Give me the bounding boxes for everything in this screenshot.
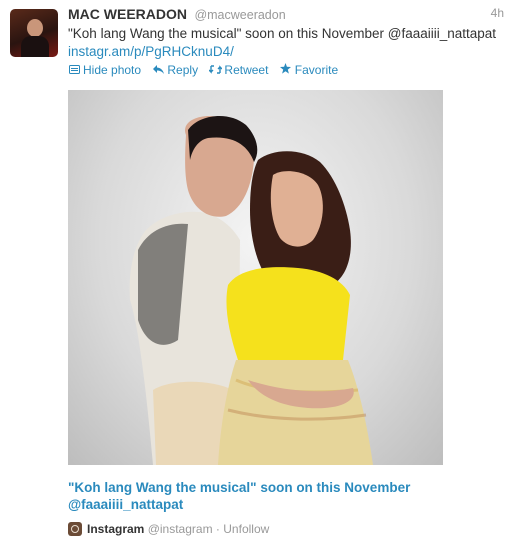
favorite-label: Favorite <box>294 63 339 77</box>
tweet-header: MAC WEERADON @macweeradon 4h <box>68 6 504 24</box>
avatar-face <box>27 19 43 37</box>
tweet-photo[interactable] <box>68 90 443 465</box>
photo-icon <box>68 65 80 77</box>
retweet-button[interactable]: Retweet <box>208 63 269 77</box>
reply-button[interactable]: Reply <box>152 63 198 77</box>
author-username[interactable]: @macweeradon <box>194 8 285 22</box>
instagram-handle[interactable]: @instagram <box>148 522 213 536</box>
attribution-separator: · <box>215 522 220 536</box>
reply-icon <box>152 65 164 77</box>
retweet-label: Retweet <box>224 63 269 77</box>
tweet-link[interactable]: instagr.am/p/PgRHCknuD4/ <box>68 44 234 59</box>
tweet-text-body: "Koh lang Wang the musical" soon on this… <box>68 26 497 41</box>
hide-photo-label: Hide photo <box>83 63 142 77</box>
media-caption[interactable]: "Koh lang Wang the musical" soon on this… <box>68 479 488 513</box>
photo-illustration <box>129 115 373 465</box>
favorite-button[interactable]: Favorite <box>280 63 338 77</box>
favorite-icon <box>280 63 292 77</box>
reply-label: Reply <box>167 63 199 77</box>
media-attribution: Instagram @instagram · Unfollow <box>68 522 269 540</box>
avatar[interactable] <box>10 9 58 57</box>
instagram-name[interactable]: Instagram <box>87 522 144 536</box>
tweet-actions: Hide photo Reply Retweet Favorite <box>68 63 346 77</box>
unfollow-button[interactable]: Unfollow <box>223 522 269 536</box>
retweet-icon <box>208 65 223 77</box>
avatar-body <box>21 36 49 57</box>
tweet-timestamp[interactable]: 4h <box>491 6 504 20</box>
hide-photo-button[interactable]: Hide photo <box>68 63 141 77</box>
tweet: MAC WEERADON @macweeradon 4h "Koh lang W… <box>0 0 514 547</box>
tweet-text: "Koh lang Wang the musical" soon on this… <box>68 25 498 61</box>
author-fullname[interactable]: MAC WEERADON <box>68 6 187 22</box>
instagram-icon <box>68 522 82 536</box>
